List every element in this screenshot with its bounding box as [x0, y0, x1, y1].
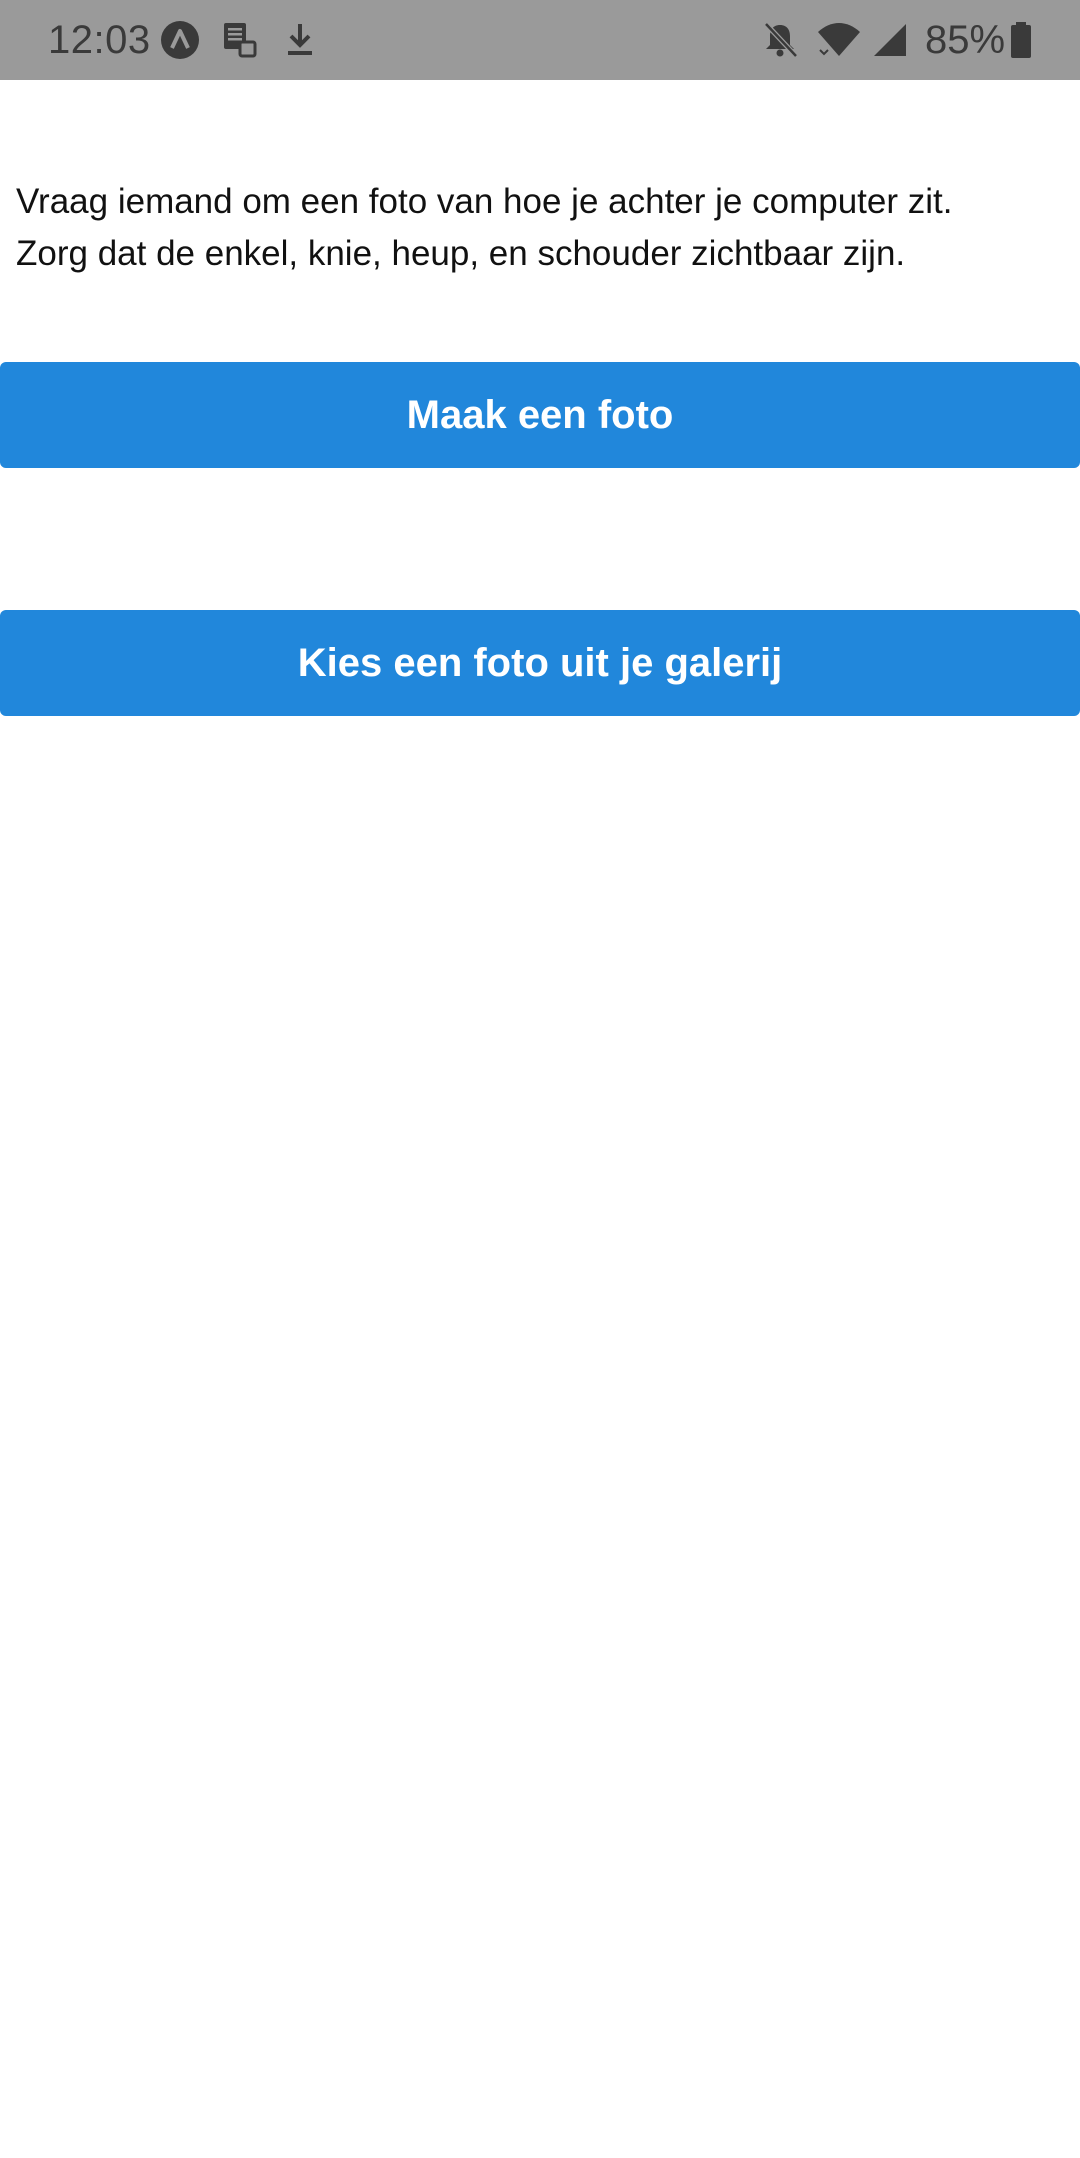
wifi-icon: [818, 23, 860, 56]
instruction-line: Zorg dat de enkel, knie, heup, en schoud…: [16, 234, 906, 273]
stack-notification-icon: [224, 23, 257, 58]
instruction-line: Vraag iemand om een foto van hoe je acht…: [16, 182, 953, 221]
instruction-text: Vraag iemand om een foto van hoe je acht…: [16, 176, 1056, 280]
battery-percent: 85%: [925, 18, 1006, 62]
bell-muted-icon: [764, 22, 798, 58]
status-time: 12:03: [48, 18, 151, 62]
download-icon: [288, 24, 312, 55]
battery-icon: [1011, 22, 1031, 58]
status-bar: 12:03 85%: [0, 0, 1080, 80]
signal-icon: [874, 24, 906, 56]
choose-from-gallery-button[interactable]: Kies een foto uit je galerij: [0, 610, 1080, 716]
app-a-icon: [161, 21, 199, 59]
take-photo-button[interactable]: Maak een foto: [0, 362, 1080, 468]
